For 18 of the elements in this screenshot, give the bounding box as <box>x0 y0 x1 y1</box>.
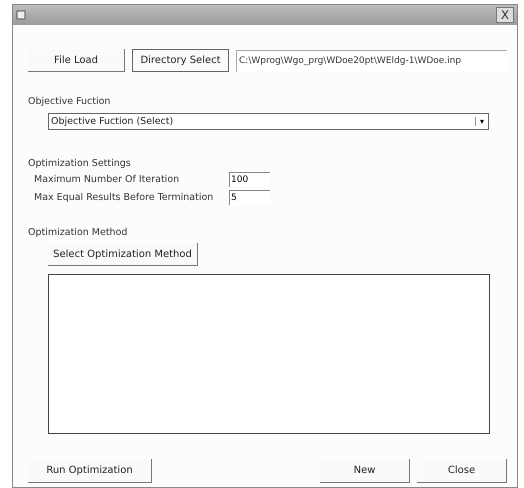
window-close-button[interactable]: X <box>496 7 514 23</box>
file-load-button[interactable]: File Load <box>28 49 125 72</box>
section-label: Objective Fuction <box>28 96 110 107</box>
select-method-button[interactable]: Select Optimization Method <box>48 243 198 266</box>
field-label: Max Equal Results Before Termination <box>34 192 214 203</box>
field-label: Maximum Number Of Iteration <box>34 174 180 185</box>
directory-select-button[interactable]: Directory Select <box>132 49 229 72</box>
new-button[interactable]: New <box>320 459 410 483</box>
window-icon <box>16 10 26 20</box>
run-optimization-button[interactable]: Run Optimization <box>28 459 152 483</box>
close-dialog-button[interactable]: Close <box>417 459 507 483</box>
section-label: Optimization Method <box>28 227 128 238</box>
path-field[interactable]: C:\Wprog\Wgo_prg\WDoe20pt\WEldg-1\WDoe.inp <box>236 50 507 72</box>
method-list[interactable] <box>48 274 490 434</box>
objective-dropdown[interactable]: Objective Fuction (Select) ▾ <box>48 113 489 130</box>
number-field[interactable]: 100 <box>229 172 270 187</box>
number-field[interactable]: 5 <box>229 190 270 205</box>
section-label: Optimization Settings <box>28 158 131 169</box>
